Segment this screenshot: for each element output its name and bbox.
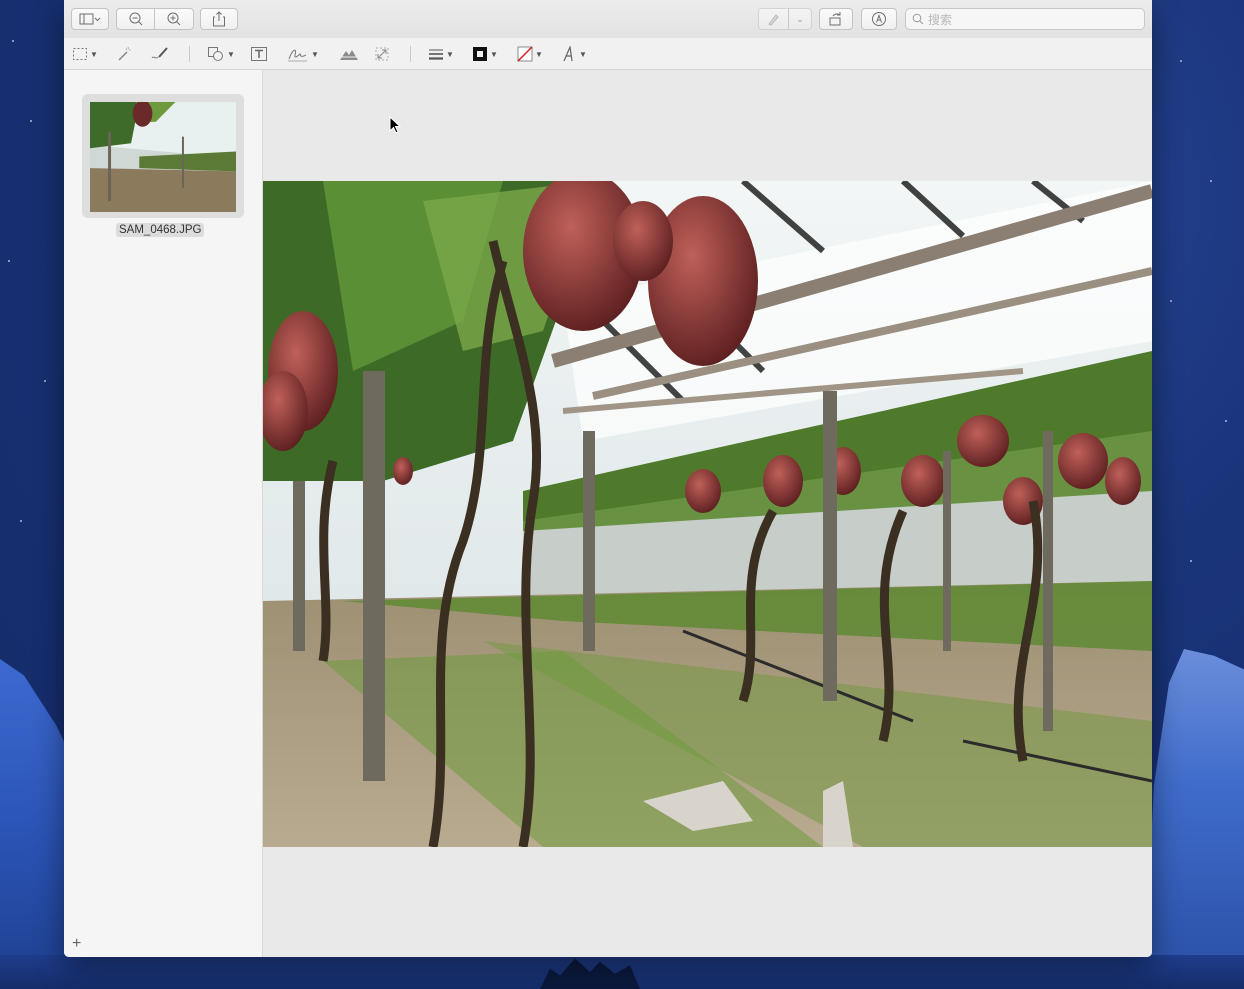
text-style-icon [563, 46, 573, 62]
highlighter-icon [767, 14, 779, 26]
share-icon [213, 11, 225, 27]
instant-alpha-icon [118, 46, 131, 61]
shapes-tool[interactable]: ▼ [207, 45, 235, 63]
preview-window: ⌄ 搜索 ▼ ▼ ▼ ▼ ▼ ▼ ▼ SAM_0468.JPG + [64, 0, 1152, 957]
text-icon [251, 47, 267, 61]
sidebar-icon [79, 13, 101, 25]
thumbnail-image [90, 102, 236, 212]
image-canvas [263, 70, 1152, 957]
rectangular-selection-icon [73, 48, 87, 60]
thumbnail-sidebar: SAM_0468.JPG + [64, 70, 263, 957]
highlight-button[interactable] [758, 8, 789, 30]
chevron-down-icon: ▼ [90, 49, 98, 59]
zoom-out-button[interactable] [116, 8, 155, 30]
shapes-icon [208, 47, 223, 61]
add-page-button[interactable]: + [72, 935, 81, 953]
sidebar-toggle-button[interactable] [71, 8, 109, 30]
adjust-color-icon [340, 50, 358, 60]
rotate-icon [829, 12, 841, 26]
sketch-icon [151, 47, 168, 59]
sign-icon [288, 49, 307, 62]
thumbnail-item[interactable] [82, 94, 244, 218]
chevron-down-icon: ▼ [311, 49, 319, 59]
adjust-size-tool[interactable] [374, 45, 390, 63]
search-icon [912, 13, 924, 25]
shape-style-icon [429, 49, 443, 60]
main-photo[interactable] [263, 181, 1152, 847]
zoom-in-button[interactable] [154, 8, 194, 30]
mouse-cursor-icon [389, 116, 401, 134]
search-placeholder: 搜索 [928, 12, 953, 27]
chevron-down-icon: ▼ [535, 49, 543, 59]
adjust-size-icon [375, 47, 389, 61]
search-field[interactable]: 搜索 [905, 8, 1145, 30]
zoom-in-icon [167, 12, 181, 26]
fill-color-tool[interactable]: ▼ [517, 45, 543, 63]
chevron-down-icon: ▼ [227, 49, 235, 59]
toolbar-separator [189, 46, 190, 62]
border-color-tool[interactable]: ▼ [472, 45, 498, 63]
highlight-menu-button[interactable]: ⌄ [788, 8, 812, 30]
adjust-color-tool[interactable] [339, 45, 359, 63]
zoom-out-icon [129, 12, 142, 26]
shape-style-tool[interactable]: ▼ [428, 45, 454, 63]
selection-tool[interactable]: ▼ [72, 45, 98, 63]
sketch-tool[interactable] [150, 45, 170, 63]
chevron-down-icon: ⌄ [796, 13, 804, 24]
sign-tool[interactable]: ▼ [287, 45, 319, 63]
markup-toolbar-button[interactable] [861, 8, 897, 30]
window-toolbar: ⌄ 搜索 [64, 0, 1152, 39]
toolbar-separator [410, 46, 411, 62]
thumbnail-filename[interactable]: SAM_0468.JPG [116, 223, 205, 237]
markup-icon [872, 12, 886, 26]
rotate-button[interactable] [819, 8, 853, 30]
text-style-tool[interactable]: ▼ [561, 45, 587, 63]
chevron-down-icon: ▼ [579, 49, 587, 59]
chevron-down-icon: ▼ [446, 49, 454, 59]
text-tool[interactable] [250, 45, 268, 63]
instant-alpha-tool[interactable] [115, 45, 133, 63]
border-color-icon [473, 47, 487, 61]
chevron-down-icon: ▼ [490, 49, 498, 59]
mountain-right [1144, 649, 1244, 989]
markup-toolbar: ▼ ▼ ▼ ▼ ▼ ▼ ▼ [64, 38, 1152, 70]
fill-color-icon [517, 46, 533, 62]
share-button[interactable] [200, 8, 238, 30]
